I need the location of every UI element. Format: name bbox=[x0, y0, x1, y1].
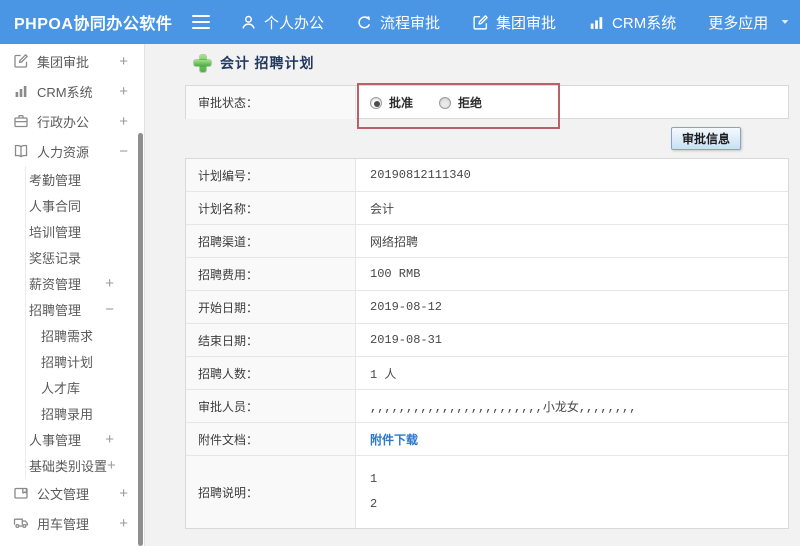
plan-detail-table: 计划编号： 20190812111340 计划名称： 会计 招聘渠道： 网络招聘… bbox=[185, 158, 789, 529]
approval-info-button[interactable]: 审批信息 bbox=[670, 127, 741, 150]
user-icon bbox=[240, 14, 257, 31]
sidebar-item[interactable]: 薪资管理 + bbox=[25, 270, 144, 296]
table-row: 招聘说明： 1 2 bbox=[186, 456, 788, 528]
expander-icon[interactable]: − bbox=[105, 302, 114, 317]
sidebar-item[interactable]: 招聘录用 bbox=[25, 400, 144, 426]
page-title-text: 会计 招聘计划 bbox=[220, 57, 315, 72]
table-row: 审批人员： ,,,,,,,,,,,,,,,,,,,,,,,,小龙女,,,,,,,… bbox=[186, 390, 788, 423]
sidebar-item[interactable]: 培训管理 bbox=[25, 218, 144, 244]
briefcase-icon bbox=[13, 113, 29, 129]
topbar-nav: 个人办公 流程审批 集团审批 CRM系统 更多应用 bbox=[240, 12, 791, 33]
sidebar-item[interactable]: CRM系统 + bbox=[0, 76, 144, 106]
field-value: 1 2 bbox=[370, 472, 378, 511]
sidebar-item[interactable]: 基础类别设置 + bbox=[25, 452, 144, 478]
bar-chart-icon bbox=[13, 83, 29, 99]
field-value: 2019-08-31 bbox=[370, 333, 443, 347]
sidebar-item[interactable]: 奖惩记录 bbox=[25, 244, 144, 270]
approval-status-table: 审批状态： 批准 拒绝 bbox=[185, 85, 789, 119]
field-label: 审批人员： bbox=[186, 390, 356, 422]
radio-option[interactable]: 批准 bbox=[370, 94, 413, 111]
field-value: 100 RMB bbox=[370, 267, 421, 281]
sidebar-scrollbar[interactable] bbox=[138, 133, 143, 546]
sidebar-item[interactable]: 招聘需求 bbox=[25, 322, 144, 348]
car-icon bbox=[13, 515, 29, 531]
table-row: 结束日期： 2019-08-31 bbox=[186, 324, 788, 357]
edit-square-icon bbox=[13, 53, 29, 69]
topbar-nav-item[interactable]: CRM系统 bbox=[588, 12, 676, 33]
edit-square-icon bbox=[472, 14, 489, 31]
book-icon bbox=[13, 143, 29, 159]
sidebar-item[interactable]: 招聘计划 bbox=[25, 348, 144, 374]
field-label: 开始日期： bbox=[186, 291, 356, 323]
document-icon bbox=[13, 485, 29, 501]
topbar: PHPOA协同办公软件 个人办公 流程审批 集团审批 CRM系统 更多应用 bbox=[0, 0, 800, 44]
expander-icon[interactable]: + bbox=[119, 84, 128, 99]
topbar-nav-item[interactable]: 更多应用 bbox=[708, 12, 791, 33]
topbar-nav-item[interactable]: 集团审批 bbox=[472, 12, 556, 33]
sidebar-item[interactable]: 公文管理 + bbox=[0, 478, 144, 508]
expander-icon[interactable]: + bbox=[105, 276, 114, 291]
field-value: 批准 拒绝 bbox=[356, 86, 788, 119]
table-row: 招聘人数： 1 人 bbox=[186, 357, 788, 390]
field-value: 附件下载 bbox=[356, 423, 788, 455]
field-value: 1 人 bbox=[370, 367, 397, 382]
table-row: 附件文档： 附件下载 bbox=[186, 423, 788, 456]
field-label: 招聘渠道： bbox=[186, 225, 356, 257]
sidebar-item[interactable]: 用车管理 + bbox=[0, 508, 144, 538]
expander-icon[interactable]: + bbox=[107, 458, 116, 473]
sidebar-item[interactable]: 招聘管理 − bbox=[25, 296, 144, 322]
sidebar-item[interactable]: 行政办公 + bbox=[0, 106, 144, 136]
process-icon bbox=[356, 14, 373, 31]
table-row: 招聘渠道： 网络招聘 bbox=[186, 225, 788, 258]
field-label: 招聘费用： bbox=[186, 258, 356, 290]
sidebar-item[interactable]: 人力资源 − bbox=[0, 136, 144, 166]
field-value: 会计 bbox=[370, 202, 395, 217]
expander-icon[interactable]: + bbox=[105, 432, 114, 447]
sidebar-menu: 集团审批 + CRM系统 + 行政办公 + 人力资源 − 考勤管理 人事合同 培… bbox=[0, 46, 144, 538]
app-logo[interactable]: PHPOA协同办公软件 bbox=[0, 10, 192, 34]
approval-button-row: 审批信息 bbox=[185, 119, 789, 158]
expander-icon[interactable]: + bbox=[119, 516, 128, 531]
field-label: 结束日期： bbox=[186, 324, 356, 356]
sidebar-item[interactable]: 人事管理 + bbox=[25, 426, 144, 452]
topbar-nav-item[interactable]: 个人办公 bbox=[240, 12, 324, 33]
sidebar: 集团审批 + CRM系统 + 行政办公 + 人力资源 − 考勤管理 人事合同 培… bbox=[0, 44, 145, 546]
page-title: 会计 招聘计划 bbox=[194, 53, 315, 73]
bar-chart-icon bbox=[588, 14, 605, 31]
attachment-download-link[interactable]: 附件下载 bbox=[370, 431, 418, 448]
field-label: 附件文档： bbox=[186, 423, 356, 455]
radio-icon[interactable] bbox=[439, 96, 452, 109]
expander-icon[interactable]: − bbox=[119, 144, 128, 159]
expander-icon[interactable]: + bbox=[119, 54, 128, 69]
field-label: 计划名称： bbox=[186, 192, 356, 224]
sidebar-item[interactable]: 考勤管理 bbox=[25, 166, 144, 192]
radio-option[interactable]: 拒绝 bbox=[439, 94, 482, 111]
expander-icon[interactable]: + bbox=[119, 486, 128, 501]
field-value: ,,,,,,,,,,,,,,,,,,,,,,,,小龙女,,,,,,,, bbox=[370, 400, 637, 415]
expander-icon[interactable]: + bbox=[119, 114, 128, 129]
table-row: 招聘费用： 100 RMB bbox=[186, 258, 788, 291]
field-value: 20190812111340 bbox=[370, 168, 471, 182]
field-label: 招聘人数： bbox=[186, 357, 356, 389]
field-value: 网络招聘 bbox=[370, 235, 419, 250]
table-row: 计划名称： 会计 bbox=[186, 192, 788, 225]
field-label: 招聘说明： bbox=[186, 456, 356, 528]
table-row: 开始日期： 2019-08-12 bbox=[186, 291, 788, 324]
main-content: 会计 招聘计划 审批状态： 批准 拒绝 审批信息 计划编号： 201908121… bbox=[146, 44, 800, 546]
radio-icon[interactable] bbox=[370, 96, 382, 109]
field-label: 计划编号： bbox=[186, 159, 356, 191]
sidebar-item[interactable]: 人才库 bbox=[25, 374, 144, 400]
field-value: 2019-08-12 bbox=[370, 300, 443, 314]
hamburger-icon[interactable] bbox=[192, 13, 214, 31]
plus-icon bbox=[194, 54, 211, 72]
field-label: 审批状态： bbox=[186, 86, 356, 119]
approval-status-row: 审批状态： 批准 拒绝 bbox=[186, 86, 788, 119]
sidebar-item[interactable]: 人事合同 bbox=[25, 192, 144, 218]
sidebar-item[interactable]: 集团审批 + bbox=[0, 46, 144, 76]
table-row: 计划编号： 20190812111340 bbox=[186, 159, 788, 192]
topbar-nav-item[interactable]: 流程审批 bbox=[356, 12, 440, 33]
caret-down-icon bbox=[779, 16, 791, 28]
approval-radio-group: 批准 拒绝 bbox=[370, 94, 482, 111]
